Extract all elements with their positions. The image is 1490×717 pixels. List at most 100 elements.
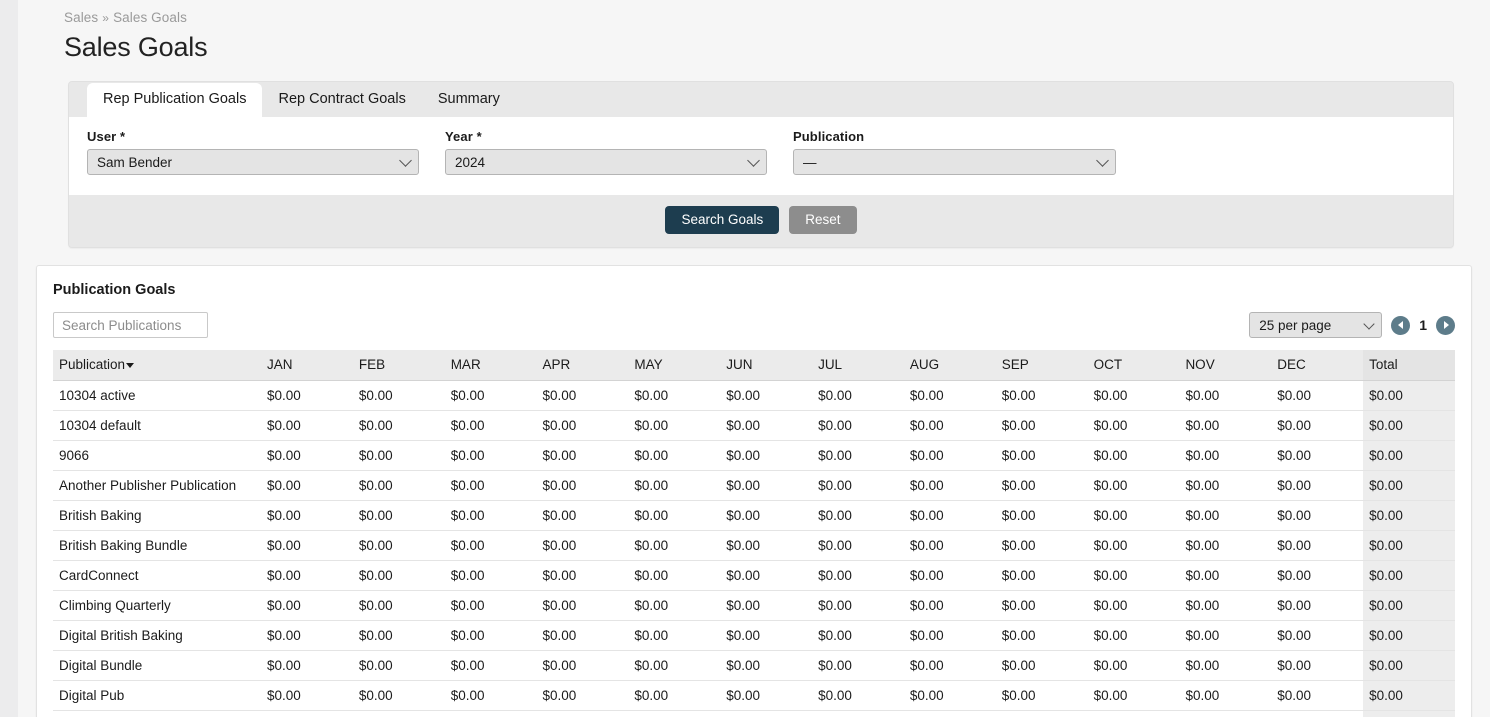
cell-month-amount: $0.00 [261,381,353,411]
cell-month-amount: $0.00 [812,381,904,411]
table-head: Publication JAN FEB MAR APR MAY JUN JUL … [53,350,1455,381]
cell-month-amount: $0.00 [996,411,1088,441]
cell-month-amount: $0.00 [537,441,629,471]
cell-month-amount: $0.00 [1088,651,1180,681]
publication-goals-table: Publication JAN FEB MAR APR MAY JUN JUL … [53,350,1455,717]
cell-month-amount: $0.00 [1088,381,1180,411]
column-header-aug[interactable]: AUG [904,350,996,381]
table-row[interactable]: Digital British Baking$0.00$0.00$0.00$0.… [53,621,1455,651]
cell-month-amount: $0.00 [812,471,904,501]
table-row[interactable]: Digital Bundle$0.00$0.00$0.00$0.00$0.00$… [53,651,1455,681]
cell-month-amount: $0.00 [628,501,720,531]
tab-rep-publication-goals[interactable]: Rep Publication Goals [87,83,262,117]
column-header-jun[interactable]: JUN [720,350,812,381]
table-row[interactable]: British Baking$0.00$0.00$0.00$0.00$0.00$… [53,501,1455,531]
cell-publication: CardConnect [53,561,261,591]
search-publications-input[interactable] [53,312,208,338]
cell-month-amount: $0.00 [1179,501,1271,531]
table-row[interactable]: 9066$0.00$0.00$0.00$0.00$0.00$0.00$0.00$… [53,441,1455,471]
cell-total-amount: $0.00 [1363,651,1455,681]
cell-month-amount: $0.00 [812,591,904,621]
cell-month-amount: $0.00 [904,681,996,711]
next-page-button[interactable] [1436,316,1455,335]
per-page-select[interactable]: 25 per page [1249,312,1382,338]
table-row[interactable]: 10304 default$0.00$0.00$0.00$0.00$0.00$0… [53,411,1455,441]
column-header-nov[interactable]: NOV [1179,350,1271,381]
column-header-total[interactable]: Total [1363,350,1455,381]
tab-rep-contract-goals[interactable]: Rep Contract Goals [262,83,421,117]
cell-month-amount: $0.00 [996,531,1088,561]
chevron-down-icon [1096,154,1109,167]
cell-month-amount: $0.00 [261,621,353,651]
cell-month-amount: $0.00 [445,651,537,681]
cell-month-amount: $0.00 [628,471,720,501]
search-goals-button[interactable]: Search Goals [665,206,779,234]
cell-month-amount: $0.00 [904,381,996,411]
cell-month-amount: $0.00 [1088,621,1180,651]
column-header-may[interactable]: MAY [628,350,720,381]
column-header-jul[interactable]: JUL [812,350,904,381]
cell-month-amount: $0.00 [996,621,1088,651]
cell-month-amount: $0.00 [1179,531,1271,561]
publication-select[interactable]: — [793,149,1116,175]
column-header-jan[interactable]: JAN [261,350,353,381]
cell-month-amount: $0.00 [996,441,1088,471]
table-row[interactable]: Digital Pub$0.00$0.00$0.00$0.00$0.00$0.0… [53,681,1455,711]
cell-month-amount: $0.00 [812,711,904,717]
table-row[interactable]: Climbing Quarterly$0.00$0.00$0.00$0.00$0… [53,591,1455,621]
column-header-apr[interactable]: APR [537,350,629,381]
user-field: User * Sam Bender [87,129,419,175]
cell-month-amount: $0.00 [261,591,353,621]
user-select[interactable]: Sam Bender [87,149,419,175]
table-row[interactable]: 10304 active$0.00$0.00$0.00$0.00$0.00$0.… [53,381,1455,411]
cell-month-amount: $0.00 [628,561,720,591]
cell-month-amount: $0.00 [628,531,720,561]
cell-month-amount: $0.00 [996,681,1088,711]
cell-month-amount: $0.00 [812,411,904,441]
filter-actions: Search Goals Reset [69,195,1453,247]
cell-month-amount: $0.00 [1271,591,1363,621]
cell-month-amount: $0.00 [261,411,353,441]
column-header-mar[interactable]: MAR [445,350,537,381]
column-header-dec[interactable]: DEC [1271,350,1363,381]
column-header-oct[interactable]: OCT [1088,350,1180,381]
cell-month-amount: $0.00 [353,591,445,621]
breadcrumb-separator-icon: » [102,11,109,25]
cell-month-amount: $0.00 [1088,471,1180,501]
cell-total-amount: $0.00 [1363,681,1455,711]
chevron-right-icon [1444,321,1449,329]
column-header-sep[interactable]: SEP [996,350,1088,381]
tab-summary[interactable]: Summary [422,83,516,117]
cell-month-amount: $0.00 [1271,471,1363,501]
previous-page-button[interactable] [1391,316,1410,335]
table-row[interactable]: Another Publisher Publication$0.00$0.00$… [53,471,1455,501]
table-row[interactable]: Digital Pub with NO Digital Media$0.00$0… [53,711,1455,717]
column-header-publication[interactable]: Publication [53,350,261,381]
cell-month-amount: $0.00 [996,501,1088,531]
current-page-number: 1 [1419,317,1427,333]
cell-month-amount: $0.00 [445,471,537,501]
cell-month-amount: $0.00 [353,651,445,681]
cell-month-amount: $0.00 [537,381,629,411]
cell-month-amount: $0.00 [720,441,812,471]
cell-month-amount: $0.00 [1179,471,1271,501]
cell-month-amount: $0.00 [812,501,904,531]
cell-month-amount: $0.00 [720,651,812,681]
chevron-down-icon [399,154,412,167]
cell-month-amount: $0.00 [628,441,720,471]
cell-month-amount: $0.00 [812,651,904,681]
cell-month-amount: $0.00 [628,621,720,651]
reset-button[interactable]: Reset [789,206,856,234]
breadcrumb-root[interactable]: Sales [64,10,98,25]
breadcrumb-current: Sales Goals [113,10,187,25]
table-row[interactable]: British Baking Bundle$0.00$0.00$0.00$0.0… [53,531,1455,561]
cell-month-amount: $0.00 [1088,591,1180,621]
year-select[interactable]: 2024 [445,149,767,175]
cell-month-amount: $0.00 [537,711,629,717]
table-row[interactable]: CardConnect$0.00$0.00$0.00$0.00$0.00$0.0… [53,561,1455,591]
tab-bar: Rep Publication Goals Rep Contract Goals… [69,82,1453,117]
cell-month-amount: $0.00 [1271,381,1363,411]
cell-publication: Digital British Baking [53,621,261,651]
column-header-feb[interactable]: FEB [353,350,445,381]
cell-month-amount: $0.00 [996,711,1088,717]
